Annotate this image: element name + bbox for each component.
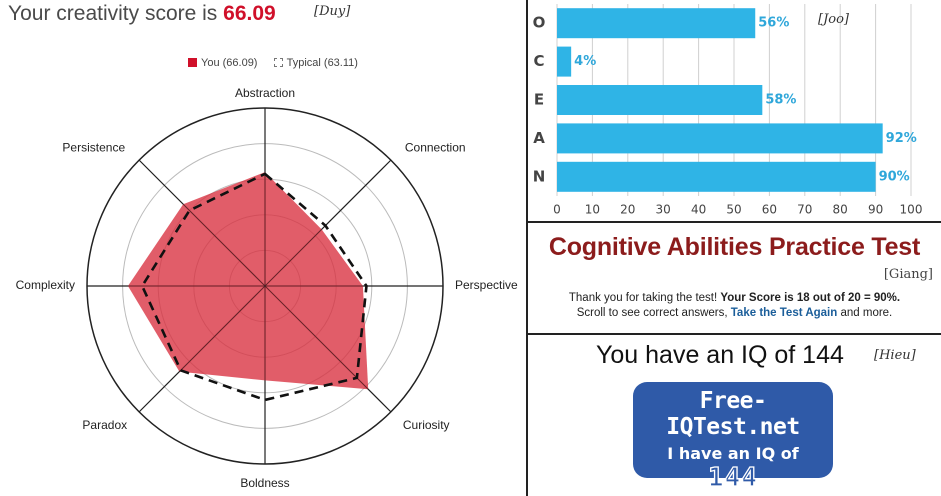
- and-more-text: and more.: [837, 307, 893, 319]
- cognitive-title: Cognitive Abilities Practice Test: [548, 233, 921, 261]
- bar-x-tick-label: 50: [726, 203, 741, 217]
- bar-x-tick-label: 30: [656, 203, 671, 217]
- bar-x-tick-label: 80: [833, 203, 848, 217]
- tag-joo: [Joo]: [818, 12, 850, 27]
- iq-headline: You have an IQ of 144: [596, 341, 844, 369]
- radar-axis-label-curiosity: Curiosity: [403, 418, 450, 432]
- badge-site-name: Free-IQTest.net: [666, 388, 800, 440]
- bar-x-tick-label: 0: [553, 203, 561, 217]
- bar-a: [557, 123, 883, 154]
- radar-series-you: [127, 172, 369, 390]
- radar-chart: Abstraction Connection Perspective Curiosit…: [16, 86, 518, 490]
- bar-x-tick-label: 10: [585, 203, 600, 217]
- iq-badge: Free-IQTest.net I have an IQ of 144: [633, 382, 833, 494]
- ocean-bar-chart: O 56% C 4% E 58% A 92% N 90% 0 10 20 30 40 50 60 70 80 90 10…: [533, 4, 923, 217]
- badge-caption: I have an IQ of: [667, 444, 799, 463]
- badge-iq-value: 144: [707, 462, 758, 493]
- radar-axis-label-paradox: Paradox: [82, 418, 127, 432]
- ocean-panel: O 56% C 4% E 58% A 92% N 90% 0 10 20 30 40 50 60 70 80 90 10…: [528, 0, 941, 221]
- cognitive-panel: Cognitive Abilities Practice Test [Giang…: [528, 223, 941, 333]
- bar-value-label-a: 92%: [886, 131, 917, 146]
- bar-value-label-n: 90%: [879, 169, 910, 184]
- bar-c: [557, 46, 572, 77]
- bar-value-label-o: 56%: [758, 16, 789, 31]
- radar-axis-label-abstraction: Abstraction: [235, 86, 295, 100]
- scroll-text: Scroll to see correct answers,: [576, 307, 731, 319]
- bar-x-tick-label: 20: [620, 203, 635, 217]
- radar-axis-label-boldness: Boldness: [240, 476, 289, 490]
- radar-axis-label-persistence: Persistence: [62, 140, 125, 154]
- bar-e: [557, 85, 763, 115]
- tag-hieu: [Hieu]: [874, 348, 916, 363]
- radar-axis-label-perspective: Perspective: [455, 278, 518, 292]
- bar-category-label-e: E: [534, 91, 544, 109]
- bar-x-tick-label: 70: [797, 203, 812, 217]
- bar-value-label-c: 4%: [574, 54, 596, 69]
- score-text: Your Score is 18 out of 20 = 90%.: [720, 292, 901, 304]
- tag-giang: [Giang]: [883, 267, 933, 282]
- bar-category-label-c: C: [533, 52, 544, 70]
- creativity-panel: Your creativity score is 66.09 [Duy] You…: [0, 0, 526, 496]
- bar-x-tick-label: 60: [762, 203, 777, 217]
- bar-x-tick-label: 40: [691, 203, 706, 217]
- bar-category-label-o: O: [533, 14, 546, 32]
- bar-o: [557, 8, 756, 39]
- take-test-again-link[interactable]: Take the Test Again: [731, 307, 838, 319]
- bar-category-label-a: A: [533, 129, 545, 147]
- cognitive-message: Thank you for taking the test! Your Scor…: [528, 291, 941, 321]
- bar-value-label-e: 58%: [765, 93, 796, 108]
- bar-category-label-n: N: [533, 167, 546, 185]
- bar-x-tick-label: 90: [868, 203, 883, 217]
- iq-panel: You have an IQ of 144 [Hieu] Free-IQTest…: [528, 335, 941, 496]
- bar-x-tick-label: 100: [900, 203, 923, 217]
- bar-n: [557, 161, 876, 192]
- radar-axis-label-complexity: Complexity: [16, 278, 75, 292]
- thank-you-text: Thank you for taking the test!: [568, 292, 721, 304]
- radar-axis-label-connection: Connection: [405, 140, 466, 154]
